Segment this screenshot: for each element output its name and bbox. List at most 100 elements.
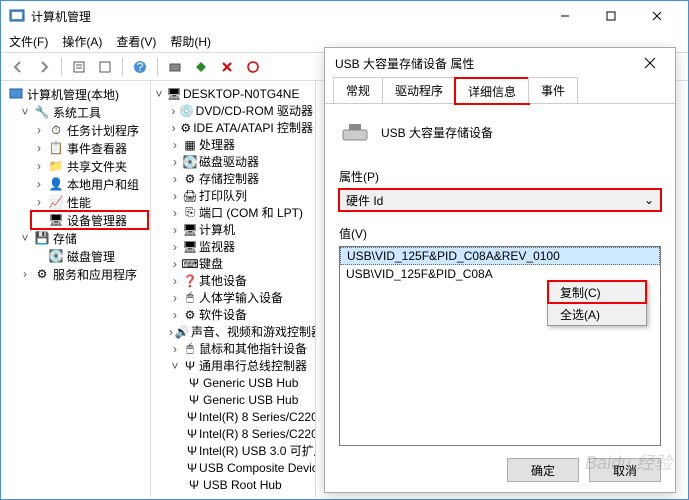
dev-computer[interactable]: ›🖥计算机	[167, 221, 315, 238]
dev-other[interactable]: ›❓其他设备	[167, 272, 315, 289]
tree-shared-folders[interactable]: ›📁共享文件夹	[31, 157, 148, 175]
property-value: 硬件 Id	[346, 192, 383, 209]
usb-icon: Ψ	[187, 495, 201, 498]
wrench-icon: 🔧	[34, 104, 50, 120]
dev-hid[interactable]: ›🖱人体学输入设备	[167, 289, 315, 306]
usb-icon: Ψ	[187, 461, 197, 475]
dev-usb-ctrl[interactable]: ˅Ψ通用串行总线控制器	[167, 357, 315, 374]
device-tree-panel: ˅🖥DESKTOP-N0TG4NE ›💿DVD/CD-ROM 驱动器 ›⚙IDE…	[151, 81, 316, 497]
forward-button[interactable]	[33, 56, 55, 78]
tree-task-scheduler[interactable]: ›⏱任务计划程序	[31, 121, 148, 139]
usb-icon: Ψ	[187, 410, 197, 424]
tree-root[interactable]: 计算机管理(本地)	[3, 85, 148, 103]
dev-software[interactable]: ›⚙软件设备	[167, 306, 315, 323]
watermark: Baidu 经验	[585, 449, 672, 475]
left-tree-panel: 计算机管理(本地) ˅🔧系统工具 ›⏱任务计划程序 ›📋事件查看器 ›📁共享文件…	[1, 81, 151, 497]
back-button[interactable]	[7, 56, 29, 78]
value-listbox[interactable]: USB\VID_125F&PID_C08A&REV_0100 USB\VID_1…	[339, 246, 661, 446]
menu-action[interactable]: 操作(A)	[62, 33, 102, 50]
chevron-down-icon: ⌄	[644, 193, 654, 207]
titlebar: 计算机管理	[1, 1, 688, 31]
dev-dvd[interactable]: ›💿DVD/CD-ROM 驱动器	[167, 102, 315, 119]
audio-icon: 🔊	[175, 325, 189, 339]
app-icon	[9, 8, 25, 24]
ctx-select-all[interactable]: 全选(A)	[548, 303, 646, 325]
dialog-titlebar: USB 大容量存储设备 属性	[325, 48, 675, 78]
list-icon[interactable]	[94, 56, 116, 78]
dev-mouse[interactable]: ›🖱鼠标和其他指针设备	[167, 340, 315, 357]
maximize-button[interactable]	[588, 2, 634, 30]
dev-audio[interactable]: ›🔊声音、视频和游戏控制器	[167, 323, 315, 340]
dev-usb-item[interactable]: ΨGeneric USB Hub	[183, 391, 315, 408]
dev-ide[interactable]: ›⚙IDE ATA/ATAPI 控制器	[167, 119, 315, 136]
svg-text:?: ?	[137, 60, 144, 74]
dev-keyboard[interactable]: ›⌨键盘	[167, 255, 315, 272]
dev-usb-item[interactable]: ΨUSB Root Hub	[183, 476, 315, 493]
dev-monitor[interactable]: ›🖥监视器	[167, 238, 315, 255]
event-icon: 📋	[48, 140, 64, 156]
scan-icon[interactable]	[164, 56, 186, 78]
dev-cpu[interactable]: ›▦处理器	[167, 136, 315, 153]
usb-icon: Ψ	[187, 427, 197, 441]
ctx-copy[interactable]: 复制(C)	[548, 281, 646, 303]
property-combo[interactable]: 硬件 Id ⌄	[339, 189, 661, 211]
monitor-icon: 🖥	[183, 240, 197, 254]
dialog-close-button[interactable]	[635, 50, 665, 76]
dev-usb-item[interactable]: ΨIntel(R) USB 3.0 可扩展	[183, 442, 315, 459]
port-icon: ⎘	[183, 206, 197, 220]
usb-icon: Ψ	[183, 359, 197, 373]
tree-root-label: 计算机管理(本地)	[27, 86, 119, 103]
dev-root[interactable]: ˅🖥DESKTOP-N0TG4NE	[151, 85, 315, 102]
dev-storage-ctrl[interactable]: ›⚙存储控制器	[167, 170, 315, 187]
tab-driver[interactable]: 驱动程序	[382, 77, 456, 103]
dialog-title: USB 大容量存储设备 属性	[335, 55, 635, 72]
menu-help[interactable]: 帮助(H)	[170, 33, 211, 50]
keyboard-icon: ⌨	[183, 257, 197, 271]
menu-view[interactable]: 查看(V)	[116, 33, 156, 50]
menu-file[interactable]: 文件(F)	[9, 33, 48, 50]
tab-general[interactable]: 常规	[333, 77, 383, 103]
refresh-icon[interactable]	[242, 56, 264, 78]
uninstall-icon[interactable]	[216, 56, 238, 78]
minimize-button[interactable]	[542, 2, 588, 30]
dev-usb-item[interactable]: ΨIntel(R) 8 Series/C220	[183, 408, 315, 425]
tree-storage[interactable]: ˅💾存储	[17, 229, 148, 247]
close-button[interactable]	[634, 2, 680, 30]
services-icon: ⚙	[34, 266, 50, 282]
tree-performance[interactable]: ›📈性能	[31, 193, 148, 211]
ok-button[interactable]: 确定	[507, 458, 579, 482]
folder-icon: 📁	[48, 158, 64, 174]
update-icon[interactable]	[190, 56, 212, 78]
dev-print[interactable]: ›🖨打印队列	[167, 187, 315, 204]
cd-icon: 💿	[180, 104, 194, 118]
dev-usb-item[interactable]: ΨUSB Composite Device	[183, 459, 315, 476]
tab-details[interactable]: 详细信息	[455, 78, 529, 104]
device-name: USB 大容量存储设备	[381, 124, 493, 141]
value-label: 值(V)	[339, 225, 661, 242]
tab-events[interactable]: 事件	[528, 77, 578, 103]
help-icon[interactable]: ?	[129, 56, 151, 78]
tree-disk-mgmt[interactable]: 💽磁盘管理	[31, 247, 148, 265]
dev-usb-item[interactable]: ΨIntel(R) 8 Series/C220	[183, 425, 315, 442]
ide-icon: ⚙	[180, 121, 191, 135]
tree-local-users[interactable]: ›👤本地用户和组	[31, 175, 148, 193]
printer-icon: 🖨	[183, 189, 197, 203]
dev-disk[interactable]: ›💽磁盘驱动器	[167, 153, 315, 170]
mouse-icon: 🖱	[183, 342, 197, 356]
tree-services[interactable]: ›⚙服务和应用程序	[17, 265, 148, 283]
dev-ports[interactable]: ›⎘端口 (COM 和 LPT)	[167, 204, 315, 221]
dev-usb-item[interactable]: ΨUSB Root Hub	[183, 493, 315, 497]
tree-device-manager[interactable]: 🖥设备管理器	[31, 211, 148, 229]
tabstrip: 常规 驱动程序 详细信息 事件	[325, 78, 675, 104]
tree-system-tools[interactable]: ˅🔧系统工具	[17, 103, 148, 121]
property-label: 属性(P)	[339, 168, 661, 185]
computer-icon: 🖥	[183, 223, 197, 237]
dev-usb-item[interactable]: ΨGeneric USB Hub	[183, 374, 315, 391]
list-item[interactable]: USB\VID_125F&PID_C08A&REV_0100	[340, 247, 660, 265]
tree-event-viewer[interactable]: ›📋事件查看器	[31, 139, 148, 157]
properties-icon[interactable]	[68, 56, 90, 78]
usb-icon: Ψ	[187, 376, 201, 390]
other-icon: ❓	[183, 274, 197, 288]
user-icon: 👤	[48, 176, 64, 192]
software-icon: ⚙	[183, 308, 197, 322]
